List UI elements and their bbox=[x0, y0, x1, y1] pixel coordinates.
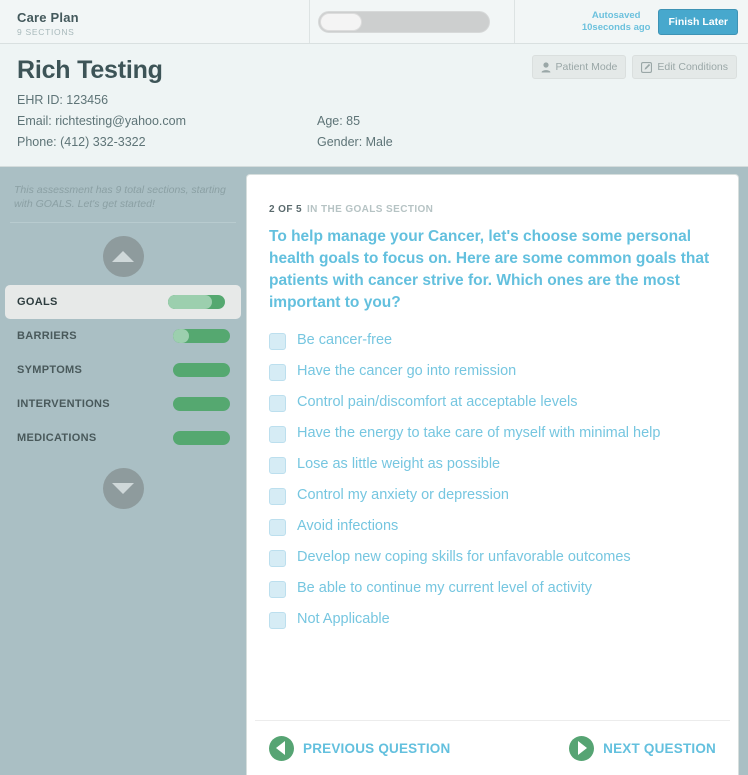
sections-count-label: 9 SECTIONS bbox=[17, 27, 75, 37]
top-header-bar: Care Plan 9 SECTIONS Autosaved 10seconds… bbox=[0, 0, 748, 44]
app-title-block: Care Plan 9 SECTIONS bbox=[0, 0, 310, 43]
answer-option[interactable]: Not Applicable bbox=[269, 609, 716, 630]
section-progress-bar bbox=[168, 295, 225, 309]
section-progress-bar bbox=[173, 431, 230, 445]
answer-option[interactable]: Control pain/discomfort at acceptable le… bbox=[269, 392, 716, 413]
patient-gender: Gender: Male bbox=[317, 135, 393, 149]
sidebar-item-label: BARRIERS bbox=[17, 330, 77, 342]
answer-option[interactable]: Develop new coping skills for unfavorabl… bbox=[269, 547, 716, 568]
patient-demographics-column: Age: 85 Gender: Male bbox=[317, 90, 393, 153]
toggle-knob bbox=[320, 12, 362, 31]
edit-conditions-button[interactable]: Edit Conditions bbox=[632, 55, 737, 79]
patient-mode-button[interactable]: Patient Mode bbox=[531, 55, 627, 79]
checkbox-icon[interactable] bbox=[269, 488, 286, 505]
section-list: GOALS BARRIERS SYMPTOMS INTERVENTIONS MEDICA… bbox=[0, 285, 246, 455]
autosave-line-1: Autosaved bbox=[591, 10, 641, 21]
question-prompt: To help manage your Cancer, let's choose… bbox=[269, 228, 710, 311]
answer-option[interactable]: Be able to continue my current level of … bbox=[269, 578, 716, 599]
checkbox-icon[interactable] bbox=[269, 612, 286, 629]
section-progress-bar bbox=[173, 329, 230, 343]
checkbox-icon[interactable] bbox=[269, 457, 286, 474]
section-progress-fill bbox=[173, 329, 189, 343]
checkbox-icon[interactable] bbox=[269, 395, 286, 412]
pencil-edit-icon bbox=[641, 61, 653, 73]
patient-age: Age: 85 bbox=[317, 114, 361, 128]
patient-info-panel: Rich Testing EHR ID: 123456 Email: richt… bbox=[0, 44, 748, 167]
checkbox-icon[interactable] bbox=[269, 333, 286, 350]
answer-option-label: Lose as little weight as possible bbox=[297, 456, 501, 472]
scroll-up-area bbox=[0, 223, 246, 285]
question-meta: 2 OF 5 IN THE GOALS SECTION bbox=[269, 204, 716, 215]
next-question-label: NEXT QUESTION bbox=[603, 740, 716, 756]
patient-email: Email: richtesting@yahoo.com bbox=[17, 114, 187, 128]
sections-sidebar: This assessment has 9 total sections, st… bbox=[0, 167, 246, 775]
sidebar-item-label: GOALS bbox=[17, 296, 58, 308]
question-header: 2 OF 5 IN THE GOALS SECTION To help manag… bbox=[247, 175, 738, 314]
answer-option-label: Control my anxiety or depression bbox=[297, 487, 509, 503]
question-section-label: IN THE GOALS SECTION bbox=[306, 204, 434, 215]
arrow-left-icon bbox=[269, 735, 294, 761]
checkbox-icon[interactable] bbox=[269, 426, 286, 443]
patient-mode-label: Patient Mode bbox=[555, 61, 618, 73]
patient-action-buttons: Patient Mode Edit Conditions bbox=[531, 55, 737, 79]
answer-option[interactable]: Avoid infections bbox=[269, 516, 716, 537]
answer-option-label: Be able to continue my current level of … bbox=[297, 580, 592, 596]
answer-option-label: Not Applicable bbox=[297, 611, 390, 627]
patient-contact-column: EHR ID: 123456 Email: richtesting@yahoo.… bbox=[17, 90, 317, 153]
sidebar-item-barriers[interactable]: BARRIERS bbox=[0, 319, 246, 353]
previous-question-button[interactable]: PREVIOUS QUESTION bbox=[269, 735, 451, 761]
answer-option-label: Avoid infections bbox=[297, 518, 399, 534]
checkbox-icon[interactable] bbox=[269, 550, 286, 567]
autosave-line-2: 10seconds ago bbox=[581, 21, 651, 33]
scroll-down-area bbox=[0, 455, 246, 517]
answer-option[interactable]: Be cancer-free bbox=[269, 330, 716, 351]
chevron-up-icon bbox=[112, 251, 134, 262]
answer-option[interactable]: Control my anxiety or depression bbox=[269, 485, 716, 506]
sidebar-item-symptoms[interactable]: SYMPTOMS bbox=[0, 353, 246, 387]
section-progress-fill bbox=[168, 295, 213, 309]
answer-option[interactable]: Have the cancer go into remission bbox=[269, 361, 716, 382]
answer-option-label: Control pain/discomfort at acceptable le… bbox=[297, 394, 578, 410]
sidebar-item-label: SYMPTOMS bbox=[17, 364, 83, 376]
answer-option-label: Develop new coping skills for unfavorabl… bbox=[297, 549, 631, 565]
answer-option-label: Be cancer-free bbox=[297, 332, 393, 348]
sidebar-item-label: INTERVENTIONS bbox=[17, 398, 110, 410]
sidebar-item-label: MEDICATIONS bbox=[17, 432, 97, 444]
patient-ehr-id: EHR ID: 123456 bbox=[17, 93, 109, 107]
autosave-status: Autosaved 10seconds ago bbox=[582, 10, 651, 33]
checkbox-icon[interactable] bbox=[269, 519, 286, 536]
answer-option-label: Have the energy to take care of myself w… bbox=[297, 425, 661, 441]
finish-later-button[interactable]: Finish Later bbox=[658, 8, 738, 35]
person-icon bbox=[541, 61, 551, 73]
sidebar-item-goals[interactable]: GOALS bbox=[5, 285, 241, 319]
page-body: This assessment has 9 total sections, st… bbox=[0, 167, 748, 775]
chevron-down-icon bbox=[112, 483, 134, 494]
previous-question-label: PREVIOUS QUESTION bbox=[303, 740, 451, 756]
sidebar-item-medications[interactable]: MEDICATIONS bbox=[0, 421, 246, 455]
scroll-up-button[interactable] bbox=[102, 236, 144, 277]
toggle-switch-off-icon[interactable] bbox=[318, 10, 490, 33]
scroll-down-button[interactable] bbox=[102, 468, 144, 509]
answer-option[interactable]: Lose as little weight as possible bbox=[269, 454, 716, 475]
answer-option[interactable]: Have the energy to take care of myself w… bbox=[269, 423, 716, 444]
question-navigation: PREVIOUS QUESTION NEXT QUESTION bbox=[247, 721, 738, 775]
patient-phone: Phone: (412) 332-3322 bbox=[17, 135, 146, 149]
checkbox-icon[interactable] bbox=[269, 581, 286, 598]
question-card: 2 OF 5 IN THE GOALS SECTION To help manag… bbox=[246, 174, 739, 775]
progress-toggle-area bbox=[310, 0, 515, 43]
assessment-note: This assessment has 9 total sections, st… bbox=[14, 184, 226, 210]
checkbox-icon[interactable] bbox=[269, 364, 286, 381]
section-progress-bar bbox=[173, 397, 230, 411]
sidebar-item-interventions[interactable]: INTERVENTIONS bbox=[0, 387, 246, 421]
question-counter: 2 OF 5 bbox=[269, 204, 302, 215]
header-actions: Autosaved 10seconds ago Finish Later bbox=[515, 0, 748, 43]
app-title: Care Plan bbox=[17, 10, 79, 25]
answer-option-label: Have the cancer go into remission bbox=[297, 363, 517, 379]
edit-conditions-label: Edit Conditions bbox=[657, 61, 728, 73]
arrow-right-icon bbox=[569, 735, 595, 761]
section-progress-bar bbox=[173, 363, 230, 377]
answer-options-list: Be cancer-free Have the cancer go into re… bbox=[247, 314, 738, 720]
next-question-button[interactable]: NEXT QUESTION bbox=[569, 735, 716, 761]
